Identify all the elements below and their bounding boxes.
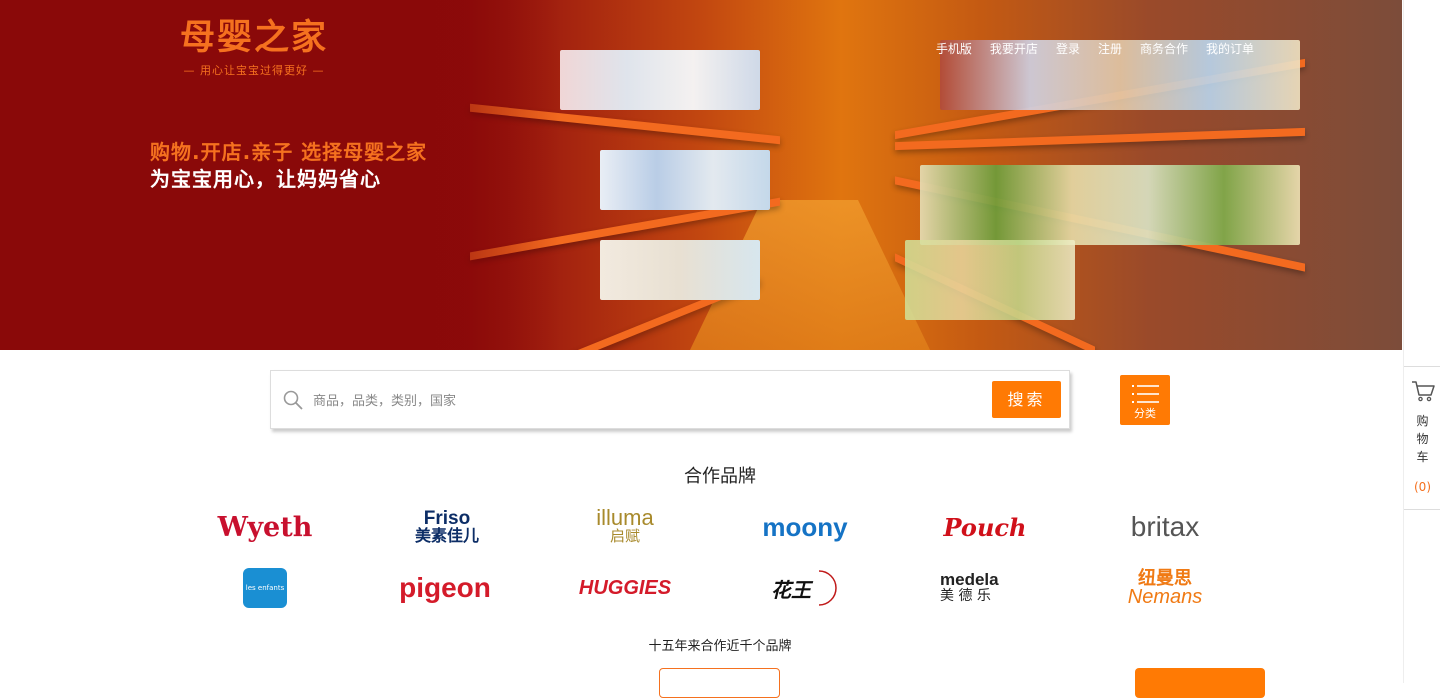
brand-huggies-text: HUGGIES xyxy=(578,576,672,599)
brands-title: 合作品牌 xyxy=(684,466,756,487)
cart-label-text: 购物车 xyxy=(1416,414,1429,464)
brand-wyeth[interactable]: Wyeth xyxy=(190,505,340,549)
brand-les-enfants-text: les enfants xyxy=(243,568,287,608)
cart-label[interactable]: 购物车 xyxy=(1404,412,1440,466)
hero-tagline-primary: 购物.开店.亲子 选择母婴之家 xyxy=(150,140,428,164)
moon-icon xyxy=(818,570,837,606)
search-input[interactable] xyxy=(311,385,975,417)
hero-shelf xyxy=(895,127,1305,151)
brand-medela-cn: 美 德 乐 xyxy=(940,588,991,604)
hero-products xyxy=(920,165,1300,245)
nav-login[interactable]: 登录 xyxy=(1056,40,1080,57)
logo-name: 母婴之家 xyxy=(179,18,328,58)
divider xyxy=(1404,366,1440,367)
logo-slogan: — 用心让宝宝过得更好 — xyxy=(183,64,325,77)
nav-open-store[interactable]: 我要开店 xyxy=(990,40,1038,57)
search-icon xyxy=(283,390,303,410)
brand-friso-text: Friso xyxy=(423,508,471,529)
brand-pigeon[interactable]: pigeon xyxy=(370,566,520,610)
brand-moony[interactable]: moony xyxy=(730,505,880,549)
brand-friso[interactable]: Friso 美素佳儿 xyxy=(372,505,522,549)
brand-wyeth-text: Wyeth xyxy=(217,511,313,543)
hero-products xyxy=(905,240,1075,320)
cart-icon[interactable] xyxy=(1411,380,1435,402)
hero-banner: 母婴之家 — 用心让宝宝过得更好 — 手机版 我要开店 登录 注册 商务合作 我… xyxy=(0,0,1402,350)
brand-nemans[interactable]: 纽曼思 Nemans xyxy=(1090,566,1240,610)
brand-illuma-cn: 启赋 xyxy=(609,527,640,545)
search-bar: 搜索 xyxy=(270,370,1070,429)
category-label: 分类 xyxy=(1134,407,1156,420)
cart-count: (0) xyxy=(1414,480,1431,494)
brand-huggies[interactable]: HUGGIES xyxy=(550,566,700,610)
brand-les-enfants[interactable]: les enfants xyxy=(190,566,340,610)
brand-friso-cn: 美素佳儿 xyxy=(414,526,479,545)
brand-illuma[interactable]: illuma 启赋 xyxy=(550,505,700,549)
hero-tagline-secondary: 为宝宝用心，让妈妈省心 xyxy=(150,167,381,191)
brand-kao[interactable]: 花王 xyxy=(730,566,880,610)
nav-register[interactable]: 注册 xyxy=(1098,40,1122,57)
brand-illuma-text: illuma xyxy=(596,505,654,530)
brand-pigeon-text: pigeon xyxy=(399,572,491,603)
brand-medela-text: medela xyxy=(940,570,999,589)
search-button[interactable]: 搜索 xyxy=(992,381,1061,418)
more-brands-button[interactable] xyxy=(659,668,780,698)
nav-my-orders[interactable]: 我的订单 xyxy=(1206,40,1254,57)
action-button[interactable] xyxy=(1135,668,1265,698)
brand-britax-text: britax xyxy=(1130,511,1200,542)
hero-products xyxy=(600,150,770,210)
brand-pouch[interactable]: Pouch xyxy=(910,505,1060,549)
brand-moony-text: moony xyxy=(762,511,848,542)
brand-medela[interactable]: medela 美 德 乐 xyxy=(910,566,1060,610)
brand-nemans-text: Nemans xyxy=(1127,586,1203,608)
brands-subtitle: 十五年来合作近千个品牌 xyxy=(648,639,792,654)
nav-business[interactable]: 商务合作 xyxy=(1140,40,1188,57)
top-nav: 手机版 我要开店 登录 注册 商务合作 我的订单 xyxy=(936,40,1254,57)
right-sidebar: 购物车 (0) xyxy=(1403,0,1440,683)
hero-products xyxy=(600,240,760,300)
brand-britax[interactable]: britax xyxy=(1090,505,1240,549)
list-icon xyxy=(1132,385,1159,403)
hero-products xyxy=(560,50,760,110)
divider xyxy=(1404,509,1440,510)
brand-kao-text: 花王 xyxy=(771,577,811,602)
brand-pouch-text: Pouch xyxy=(943,512,1027,542)
category-button[interactable]: 分类 xyxy=(1120,375,1170,425)
nav-mobile[interactable]: 手机版 xyxy=(936,40,972,57)
site-logo[interactable]: 母婴之家 — 用心让宝宝过得更好 — xyxy=(174,16,334,78)
